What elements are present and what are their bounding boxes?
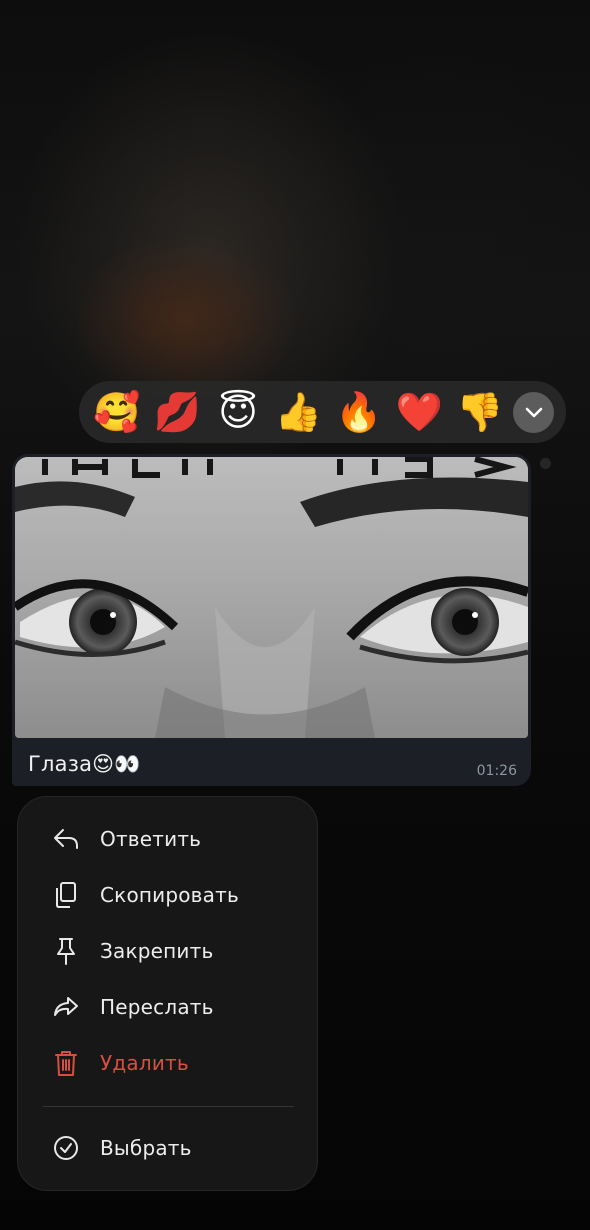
menu-item-forward[interactable]: Переслать	[18, 979, 317, 1035]
menu-item-select[interactable]: Выбрать	[18, 1120, 317, 1176]
forward-arrow-icon	[51, 992, 81, 1022]
menu-label-copy: Скопировать	[100, 883, 239, 907]
menu-label-pin: Закрепить	[100, 939, 214, 963]
reaction-smiling-face-with-halo[interactable]: 😇	[210, 384, 266, 440]
menu-label-select: Выбрать	[100, 1136, 192, 1160]
menu-label-reply: Ответить	[100, 827, 202, 851]
chevron-down-icon	[525, 407, 542, 417]
menu-label-forward: Переслать	[100, 995, 214, 1019]
menu-item-delete[interactable]: Удалить	[18, 1035, 317, 1091]
reply-arrow-icon	[51, 824, 81, 854]
reaction-thumbs-down[interactable]: 👎	[452, 384, 508, 440]
expand-reactions-button[interactable]	[513, 392, 554, 433]
menu-item-pin[interactable]: Закрепить	[18, 923, 317, 979]
check-circle-icon	[51, 1133, 81, 1163]
reaction-smiling-face-with-hearts[interactable]: 🥰	[89, 384, 145, 440]
message-context-menu: Ответить Скопировать Закрепить Переслать…	[17, 796, 318, 1191]
reaction-thumbs-up[interactable]: 👍	[271, 384, 327, 440]
message-bubble[interactable]: Глаза😍👀 01:26	[12, 454, 531, 786]
reaction-kiss-mark[interactable]: 💋	[150, 384, 206, 440]
eyes-photo-illustration	[15, 457, 528, 738]
copy-icon	[51, 880, 81, 910]
message-photo[interactable]	[15, 457, 528, 738]
pin-icon	[51, 936, 81, 966]
menu-label-delete: Удалить	[100, 1051, 189, 1075]
menu-item-copy[interactable]: Скопировать	[18, 867, 317, 923]
reaction-bar: 🥰 💋 😇 👍 🔥 ❤️ 👎	[79, 381, 566, 443]
trash-icon	[51, 1048, 81, 1078]
menu-item-reply[interactable]: Ответить	[18, 811, 317, 867]
reaction-red-heart[interactable]: ❤️	[392, 384, 448, 440]
message-timestamp: 01:26	[476, 763, 517, 779]
menu-divider	[43, 1106, 294, 1107]
reaction-bar-tail	[540, 458, 551, 469]
message-caption: Глаза😍👀	[28, 752, 141, 776]
reaction-fire[interactable]: 🔥	[331, 384, 387, 440]
